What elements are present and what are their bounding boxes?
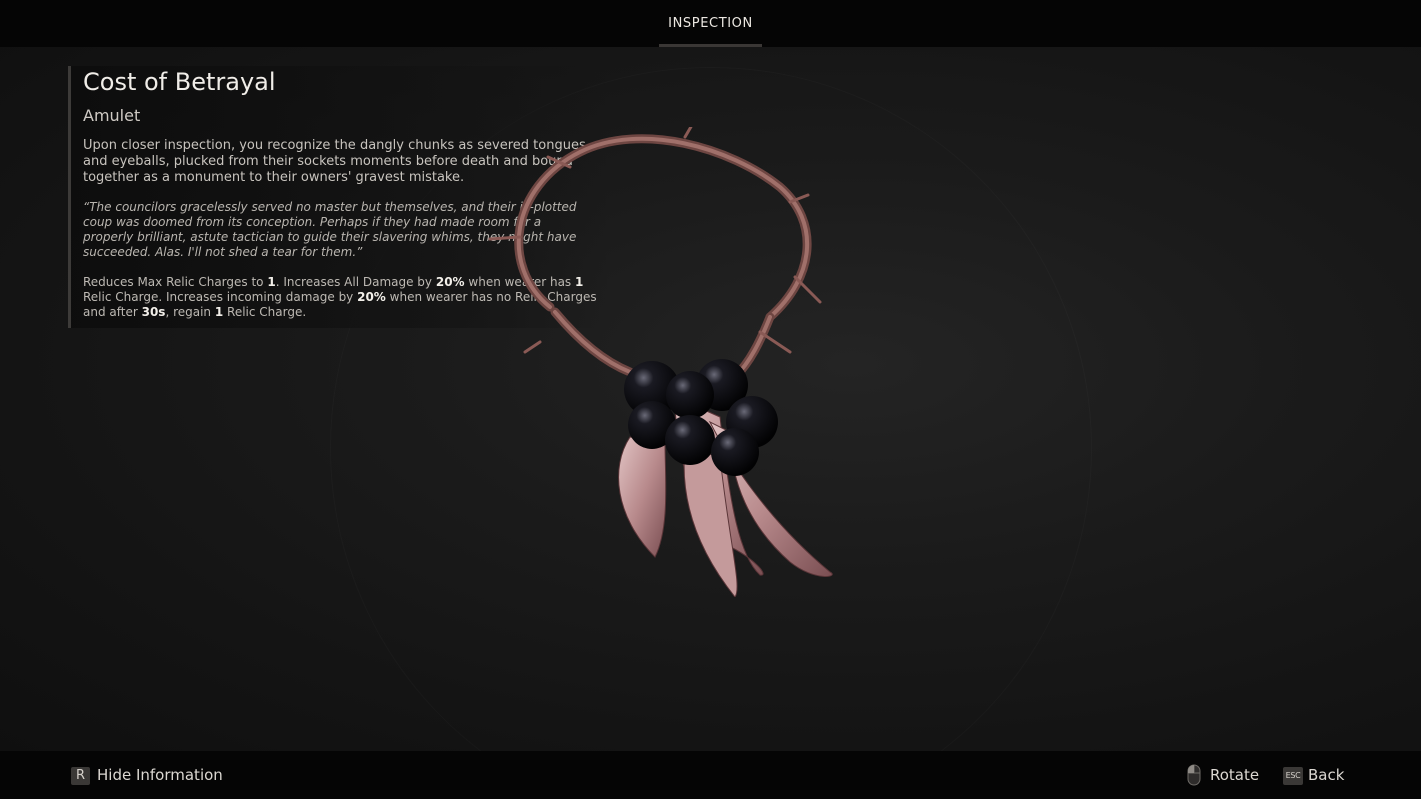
hide-information-label: Hide Information bbox=[97, 766, 223, 784]
bottom-bar: R Hide Information Rotate ESC Back bbox=[0, 751, 1421, 799]
mouse-icon bbox=[1187, 764, 1201, 786]
key-r-icon: R bbox=[71, 767, 90, 785]
item-name: Cost of Betrayal bbox=[83, 68, 276, 96]
amulet-model[interactable] bbox=[430, 127, 870, 597]
effect-value: 1 bbox=[214, 305, 224, 319]
inspection-scene[interactable]: Cost of Betrayal Amulet Upon closer insp… bbox=[0, 47, 1421, 751]
top-bar: INSPECTION bbox=[0, 0, 1421, 47]
thorn-branch bbox=[488, 127, 822, 382]
effect-value: 1 bbox=[267, 275, 276, 289]
item-type: Amulet bbox=[83, 106, 141, 125]
rotate-label: Rotate bbox=[1210, 766, 1260, 784]
effect-value: 20% bbox=[357, 290, 386, 304]
effect-value: 30s bbox=[141, 305, 166, 319]
key-esc-icon: ESC bbox=[1283, 767, 1303, 785]
tab-inspection-label: INSPECTION bbox=[668, 16, 753, 31]
back-label: Back bbox=[1308, 766, 1345, 784]
tab-inspection[interactable]: INSPECTION bbox=[659, 0, 762, 47]
